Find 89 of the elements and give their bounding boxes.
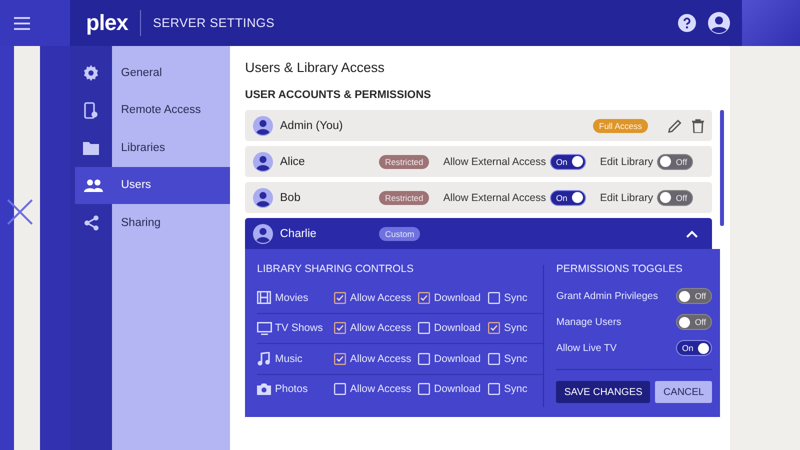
access-badge: Restricted: [379, 154, 430, 168]
checkbox[interactable]: [334, 322, 346, 334]
sidebar-item[interactable]: Sharing: [70, 204, 230, 242]
checkbox-label: Sync: [504, 352, 528, 365]
users-icon: [84, 178, 103, 192]
toggle-switch[interactable]: On: [676, 340, 712, 356]
checkbox[interactable]: [418, 352, 430, 365]
toggle-switch[interactable]: Off: [657, 190, 694, 206]
gear-icon: [83, 64, 99, 81]
panel-heading: PERMISSIONS TOGGLES: [556, 263, 684, 275]
checkbox-label: Download: [434, 352, 481, 365]
user-name: Charlie: [280, 228, 318, 240]
sidebar-item[interactable]: General: [70, 54, 230, 92]
toggle-label: Edit Library: [600, 156, 654, 168]
user-name: Admin (You): [280, 120, 344, 132]
checkbox-label: Sync: [504, 322, 528, 334]
checkbox-label: Download: [434, 383, 481, 396]
toggle-label: Manage Users: [556, 316, 622, 328]
checkbox-label: Sync: [504, 292, 528, 304]
avatar-icon[interactable]: [708, 12, 730, 34]
panel-heading: LIBRARY SHARING CONTROLS: [257, 263, 415, 275]
toggle-switch[interactable]: Off: [657, 154, 694, 170]
avatar-icon: [253, 152, 273, 172]
checkbox[interactable]: [488, 292, 500, 304]
help-icon[interactable]: [678, 14, 696, 32]
avatar-icon: [253, 116, 273, 136]
sidebar-item[interactable]: Remote Access: [70, 92, 230, 129]
checkbox[interactable]: [334, 352, 346, 365]
delete-icon[interactable]: [692, 118, 704, 132]
tv-icon: [257, 322, 272, 335]
checkbox[interactable]: [488, 383, 500, 396]
camera-icon: [257, 383, 271, 396]
checkbox-label: Allow Access: [350, 352, 412, 365]
checkbox-label: Allow Access: [350, 383, 412, 396]
checkbox-label: Allow Access: [350, 292, 412, 304]
toggle-switch[interactable]: Off: [676, 288, 712, 304]
checkbox[interactable]: [334, 292, 346, 304]
toggle-label: Allow External Access: [443, 192, 546, 204]
decorative-banner: [742, 0, 800, 46]
access-badge: Full Access: [593, 118, 648, 132]
user-name: Bob: [280, 192, 302, 204]
avatar-icon: [253, 188, 273, 208]
share-icon: [84, 214, 98, 231]
checkbox-label: Sync: [504, 383, 528, 396]
library-name: Photos: [275, 383, 309, 396]
logo: plex: [86, 10, 128, 36]
checkbox[interactable]: [488, 322, 500, 334]
library-name: TV Shows: [275, 322, 324, 334]
toggle-label: Allow External Access: [443, 156, 546, 168]
checkbox[interactable]: [418, 383, 430, 396]
music-note-icon: [257, 352, 270, 366]
user-name: Alice: [280, 156, 306, 168]
section-heading: USER ACCOUNTS & PERMISSIONS: [245, 89, 432, 101]
library-name: Music: [275, 352, 304, 365]
phone-icon: [84, 102, 98, 119]
checkbox-label: Download: [434, 292, 481, 304]
toggle-label: Allow Live TV: [556, 342, 617, 354]
checkbox[interactable]: [334, 383, 346, 396]
chevron-up-icon[interactable]: [686, 230, 698, 238]
user-row[interactable]: Bob Restricted Allow External Access On Edit Library Off: [245, 182, 712, 213]
checkbox[interactable]: [488, 352, 500, 365]
toggle-switch[interactable]: Off: [676, 314, 712, 330]
toggle-switch[interactable]: On: [550, 190, 586, 206]
access-badge: Restricted: [379, 190, 430, 204]
sidebar-item[interactable]: Libraries: [70, 129, 230, 166]
checkbox[interactable]: [418, 322, 430, 334]
library-name: Movies: [275, 292, 310, 304]
user-row[interactable]: Alice Restricted Allow External Access On Edit Library Off: [245, 146, 712, 177]
toggle-label: Grant Admin Privileges: [556, 290, 658, 302]
film-icon: [257, 291, 271, 304]
sidebar-item[interactable]: Users: [75, 166, 230, 204]
access-badge: Custom: [379, 226, 420, 240]
toggle-label: Edit Library: [600, 192, 654, 204]
avatar-icon: [253, 224, 273, 244]
scrollbar[interactable]: [720, 110, 724, 226]
page-title: Users & Library Access: [245, 60, 386, 75]
toggle-switch[interactable]: On: [550, 154, 586, 170]
menu-icon[interactable]: [14, 16, 30, 30]
folder-icon: [83, 140, 99, 155]
checkbox[interactable]: [418, 292, 430, 304]
checkbox-label: Download: [434, 322, 481, 334]
checkbox-label: Allow Access: [350, 322, 412, 334]
edit-icon[interactable]: [668, 118, 682, 132]
header-title: SERVER SETTINGS: [153, 16, 275, 30]
cross-icon: [7, 199, 33, 225]
save-button[interactable]: SAVE CHANGES: [556, 381, 650, 403]
user-row[interactable]: Admin (You) Full Access: [245, 110, 712, 141]
user-row[interactable]: Charlie Custom: [245, 218, 712, 249]
cancel-button[interactable]: CANCEL: [655, 381, 712, 403]
